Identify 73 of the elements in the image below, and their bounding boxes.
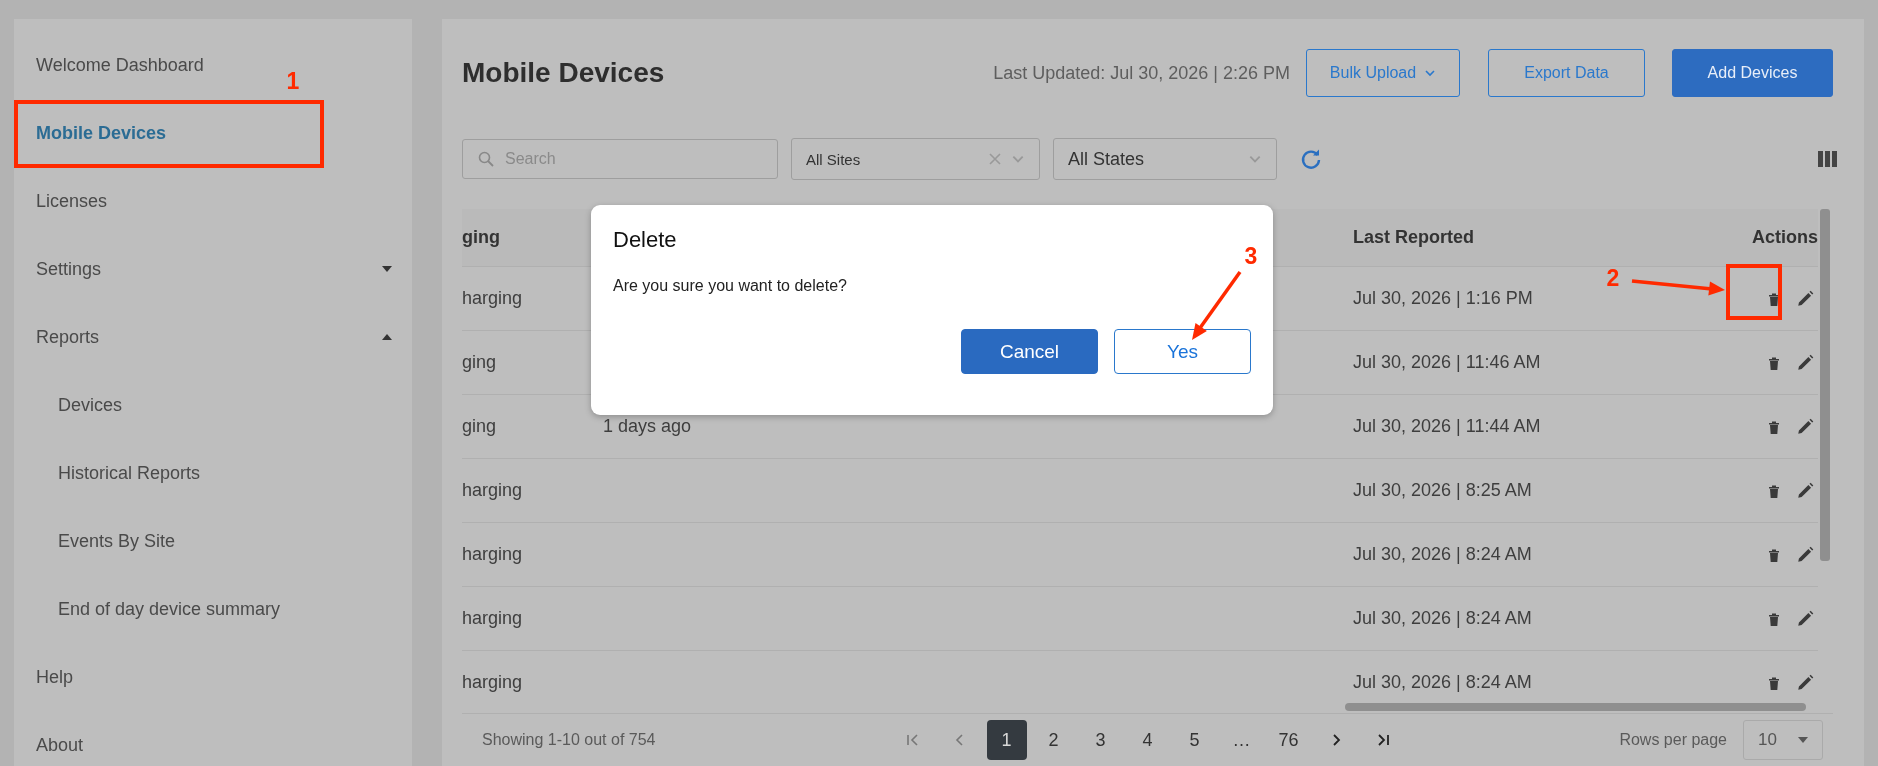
pagination-summary: Showing 1-10 out of 754 [481,731,657,749]
page-button[interactable]: 76 [1268,720,1309,760]
annotation-box [1726,264,1782,320]
column-header: Actions [1751,227,1818,248]
sidebar-item[interactable]: End of day device summary [14,575,301,643]
sidebar-item[interactable]: Welcome Dashboard [14,31,224,99]
caret-down-icon [382,266,392,272]
table-cell-text: Jul 30, 2026 | 1:16 PM [1353,288,1534,309]
page-button[interactable]: 4 [1127,720,1168,760]
annotation-arrow [1192,271,1242,340]
pencil-icon [1796,481,1814,500]
sidebar-item[interactable]: Devices [14,371,143,439]
table-cell-text: Jul 30, 2026 | 11:44 AM [1353,416,1542,437]
page-button[interactable]: 3 [1080,720,1121,760]
chevron-down-icon [1424,67,1437,79]
scrollbar-thumb[interactable] [1345,703,1806,711]
first-page-icon [905,733,920,747]
table-cell-text: Jul 30, 2026 | 8:24 AM [1353,544,1533,565]
dialog-message: Are you sure you want to delete? [613,277,848,295]
pencil-icon [1796,673,1814,692]
last-page-icon [1375,733,1390,747]
site-select[interactable]: All Sites [791,138,1040,180]
sidebar-item[interactable]: Reports [14,303,412,371]
table-cell-text: harging [462,480,524,501]
page-button[interactable]: … [1221,720,1262,760]
confirm-button[interactable]: Yes [1114,329,1251,374]
pencil-icon [1796,289,1814,308]
pencil-icon [1796,545,1814,564]
page-title: Mobile Devices [462,57,665,89]
column-header: Last Reported [1353,227,1476,248]
table-cell-text: Jul 30, 2026 | 8:24 AM [1353,608,1533,629]
table-cell-text: harging [462,288,524,309]
sidebar-item[interactable]: Help [14,643,94,711]
pencil-icon [1796,353,1814,372]
table-cell-text: Jul 30, 2026 | 8:24 AM [1353,672,1533,693]
page-button[interactable]: 5 [1174,720,1215,760]
column-header: ging [462,227,501,248]
annotation-number: 1 [286,68,300,94]
table-cell-text: harging [462,672,524,693]
columns-icon[interactable] [1818,151,1837,167]
table-cell-text: 1 days ago [603,416,693,437]
annotation-number: 2 [1606,265,1620,291]
sidebar-item[interactable]: About [14,711,104,766]
rows-per-page-label: Rows per page [1619,731,1727,749]
pencil-icon [1796,609,1814,628]
caret-down-icon [1798,737,1808,743]
table-cell-text: ging [462,352,498,373]
sidebar-item[interactable]: Settings [14,235,412,303]
dialog-title: Delete [613,227,678,253]
state-select[interactable]: All States [1053,138,1277,180]
rows-per-page-select[interactable]: 10 [1743,720,1823,760]
search-icon [478,151,494,167]
pencil-icon [1796,417,1814,436]
table-cell-text: harging [462,544,524,565]
sidebar-item[interactable]: Historical Reports [14,439,221,507]
sidebar-item[interactable]: Events By Site [14,507,196,575]
table-cell-text: Jul 30, 2026 | 8:25 AM [1353,480,1533,501]
caret-up-icon [382,334,392,340]
dropdown-button[interactable]: Bulk Upload [1306,49,1460,97]
header-button[interactable]: Add Devices [1672,49,1833,97]
table-cell-text: ging [462,416,498,437]
annotation-number: 3 [1244,243,1258,269]
page-button[interactable]: 1 [986,720,1027,760]
table-cell-text: harging [462,608,524,629]
last-updated-text: Last Updated: Jul 30, 2026 | 2:26 PM [993,62,1290,84]
clear-icon [989,153,1001,165]
header-button[interactable]: Export Data [1488,49,1645,97]
table-cell-text: Jul 30, 2026 | 11:46 AM [1353,352,1542,373]
page-button[interactable]: 2 [1033,720,1074,760]
scrollbar-thumb[interactable] [1820,209,1830,561]
cancel-button[interactable]: Cancel [961,329,1098,374]
refresh-icon[interactable] [1300,148,1322,170]
sidebar-item[interactable]: Licenses [14,167,128,235]
